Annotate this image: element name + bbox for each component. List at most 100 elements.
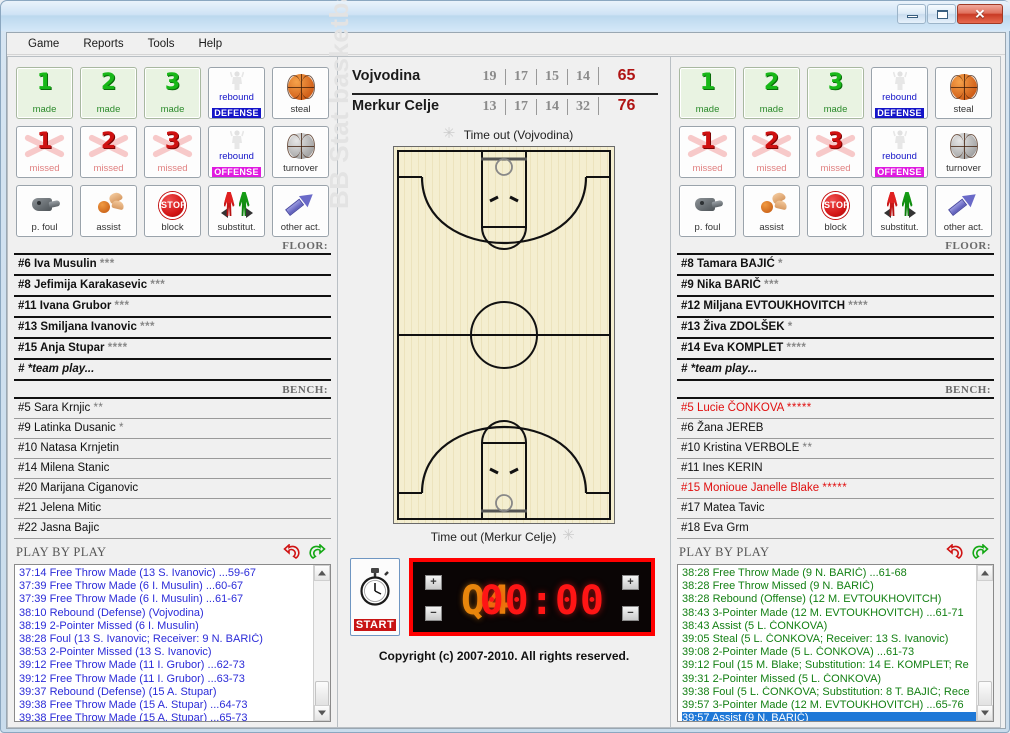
scrollbar-thumb[interactable] — [978, 681, 992, 707]
play-by-play-row[interactable]: 38:28 Rebound (Offense) (12 M. EVTOUKHOV… — [682, 593, 976, 606]
basketball-court[interactable] — [393, 146, 615, 524]
player-row[interactable]: #11 Ivana Grubor *** — [14, 297, 331, 318]
player-row[interactable]: #11 Ines KERIN — [677, 459, 994, 479]
home-foul-button[interactable]: p. foul — [16, 185, 73, 237]
play-by-play-row[interactable]: 39:05 Steal (5 L. ČONKOVA; Receiver: 13 … — [682, 633, 976, 646]
home-missed-2-button[interactable]: 2 missed — [80, 126, 137, 178]
play-by-play-row[interactable]: 37:14 Free Throw Made (13 S. Ivanovic) .… — [19, 567, 313, 580]
home-rebound-offense-button[interactable]: rebound OFFENSE — [208, 126, 265, 178]
away-made-1-button[interactable]: 1 made — [679, 67, 736, 119]
away-assist-button[interactable]: assist — [743, 185, 800, 237]
player-row[interactable]: #8 Tamara BAJIĆ * — [677, 255, 994, 276]
home-sub-button[interactable]: substitut. — [208, 185, 265, 237]
player-row[interactable]: #9 Nika BARIČ *** — [677, 276, 994, 297]
home-missed-1-button[interactable]: 1 missed — [16, 126, 73, 178]
play-by-play-row[interactable]: 39:37 Rebound (Defense) (15 A. Stupar) — [19, 686, 313, 699]
home-play-by-play-list[interactable]: 37:14 Free Throw Made (13 S. Ivanovic) .… — [15, 565, 313, 721]
home-pbp-scrollbar[interactable] — [313, 565, 330, 721]
redo-icon[interactable] — [308, 544, 327, 561]
play-by-play-row[interactable]: 38:43 Assist (5 L. ČONKOVA) — [682, 620, 976, 633]
player-row[interactable]: #22 Jasna Bajic — [14, 519, 331, 539]
redo-icon[interactable] — [971, 544, 990, 561]
play-by-play-row[interactable]: 39:31 2-Pointer Missed (5 L. ČONKOVA) — [682, 673, 976, 686]
player-row[interactable]: #15 Anja Stupar **** — [14, 339, 331, 360]
home-assist-button[interactable]: assist — [80, 185, 137, 237]
play-by-play-row[interactable]: 38:28 Free Throw Missed (9 N. BARIČ) — [682, 580, 976, 593]
home-missed-3-button[interactable]: 3 missed — [144, 126, 201, 178]
away-rebound-defense-button[interactable]: rebound DEFENSE — [871, 67, 928, 119]
player-row[interactable]: # *team play... — [14, 360, 331, 381]
player-row[interactable]: #15 Monioue Janelle Blake ***** — [677, 479, 994, 499]
player-row[interactable]: #18 Eva Grm — [677, 519, 994, 539]
home-made-1-button[interactable]: 1 made — [16, 67, 73, 119]
player-row[interactable]: # *team play... — [677, 360, 994, 381]
home-block-button[interactable]: STOP block — [144, 185, 201, 237]
away-sub-button[interactable]: substitut. — [871, 185, 928, 237]
away-made-3-button[interactable]: 3 made — [807, 67, 864, 119]
minimize-button[interactable] — [897, 4, 926, 24]
play-by-play-row[interactable]: 39:38 Free Throw Made (15 A. Stupar) ...… — [19, 699, 313, 712]
scroll-down-button[interactable] — [977, 705, 993, 721]
play-by-play-row[interactable]: 38:28 Free Throw Made (9 N. BARIČ) ...61… — [682, 567, 976, 580]
player-row[interactable]: #5 Lucie ČONKOVA ***** — [677, 399, 994, 419]
play-by-play-row[interactable]: 38:19 2-Pointer Missed (6 I. Musulin) — [19, 620, 313, 633]
clock-decrease-button[interactable]: − — [622, 606, 639, 621]
timeout-away-button[interactable]: Time out (Merkur Celje) — [338, 524, 670, 548]
close-button[interactable]: ✕ — [957, 4, 1003, 24]
undo-icon[interactable] — [945, 544, 964, 561]
menu-item-tools[interactable]: Tools — [137, 35, 186, 53]
player-row[interactable]: #17 Matea Tavic — [677, 499, 994, 519]
clock-increase-button[interactable]: + — [622, 575, 639, 590]
play-by-play-row[interactable]: 38:10 Rebound (Defense) (Vojvodina) — [19, 607, 313, 620]
home-made-3-button[interactable]: 3 made — [144, 67, 201, 119]
menu-item-help[interactable]: Help — [187, 35, 233, 53]
play-by-play-row[interactable]: 39:08 2-Pointer Made (5 L. ČONKOVA) ...6… — [682, 646, 976, 659]
away-foul-button[interactable]: p. foul — [679, 185, 736, 237]
scroll-up-button[interactable] — [977, 565, 993, 581]
home-turnover-button[interactable]: turnover — [272, 126, 329, 178]
play-by-play-row[interactable]: 38:43 3-Pointer Made (12 M. EVTOUKHOVITC… — [682, 607, 976, 620]
play-by-play-row[interactable]: 38:53 2-Pointer Missed (13 S. Ivanovic) — [19, 646, 313, 659]
scroll-up-button[interactable] — [314, 565, 330, 581]
scroll-down-button[interactable] — [314, 705, 330, 721]
away-block-button[interactable]: STOP block — [807, 185, 864, 237]
player-row[interactable]: #9 Latinka Dusanic * — [14, 419, 331, 439]
player-row[interactable]: #6 Iva Musulin *** — [14, 255, 331, 276]
away-pbp-scrollbar[interactable] — [976, 565, 993, 721]
timeout-home-button[interactable]: Time out (Vojvodina) — [338, 122, 670, 146]
quarter-increase-button[interactable]: + — [425, 575, 442, 590]
home-other-button[interactable]: other act. — [272, 185, 329, 237]
menu-item-game[interactable]: Game — [17, 35, 70, 53]
play-by-play-row[interactable]: 39:57 3-Pointer Made (12 M. EVTOUKHOVITC… — [682, 699, 976, 712]
play-by-play-row[interactable]: 39:38 Free Throw Made (15 A. Stupar) ...… — [19, 712, 313, 721]
player-row[interactable]: #10 Kristina VERBOLE ** — [677, 439, 994, 459]
away-other-button[interactable]: other act. — [935, 185, 992, 237]
away-rebound-offense-button[interactable]: rebound OFFENSE — [871, 126, 928, 178]
away-play-by-play-list[interactable]: 38:28 Free Throw Made (9 N. BARIČ) ...61… — [678, 565, 976, 721]
menu-item-reports[interactable]: Reports — [72, 35, 134, 53]
player-row[interactable]: #12 Miljana EVTOUKHOVITCH **** — [677, 297, 994, 318]
player-row[interactable]: #6 Žana JEREB — [677, 419, 994, 439]
maximize-button[interactable] — [927, 4, 956, 24]
player-row[interactable]: #14 Eva KOMPLET **** — [677, 339, 994, 360]
home-rebound-defense-button[interactable]: rebound DEFENSE — [208, 67, 265, 119]
player-row[interactable]: #13 Živa ZDOLŠEK * — [677, 318, 994, 339]
play-by-play-row[interactable]: 39:38 Foul (5 L. ČONKOVA; Substitution: … — [682, 686, 976, 699]
start-clock-button[interactable]: START — [350, 558, 400, 636]
player-row[interactable]: #13 Smiljana Ivanovic *** — [14, 318, 331, 339]
player-row[interactable]: #21 Jelena Mitic — [14, 499, 331, 519]
play-by-play-row[interactable]: 38:28 Foul (13 S. Ivanovic; Receiver: 9 … — [19, 633, 313, 646]
player-row[interactable]: #10 Natasa Krnjetin — [14, 439, 331, 459]
scrollbar-thumb[interactable] — [315, 681, 329, 707]
away-missed-2-button[interactable]: 2 missed — [743, 126, 800, 178]
play-by-play-row[interactable]: 39:12 Foul (15 M. Blake; Substitution: 1… — [682, 659, 976, 672]
play-by-play-row[interactable]: 39:57 Assist (9 N. BARIČ) — [682, 712, 976, 721]
play-by-play-row[interactable]: 37:39 Free Throw Made (6 I. Musulin) ...… — [19, 580, 313, 593]
player-row[interactable]: #8 Jefimija Karakasevic *** — [14, 276, 331, 297]
quarter-decrease-button[interactable]: − — [425, 606, 442, 621]
play-by-play-row[interactable]: 37:39 Free Throw Made (6 I. Musulin) ...… — [19, 593, 313, 606]
away-missed-3-button[interactable]: 3 missed — [807, 126, 864, 178]
away-steal-button[interactable]: steal — [935, 67, 992, 119]
player-row[interactable]: #20 Marijana Ciganovic — [14, 479, 331, 499]
home-steal-button[interactable]: steal — [272, 67, 329, 119]
